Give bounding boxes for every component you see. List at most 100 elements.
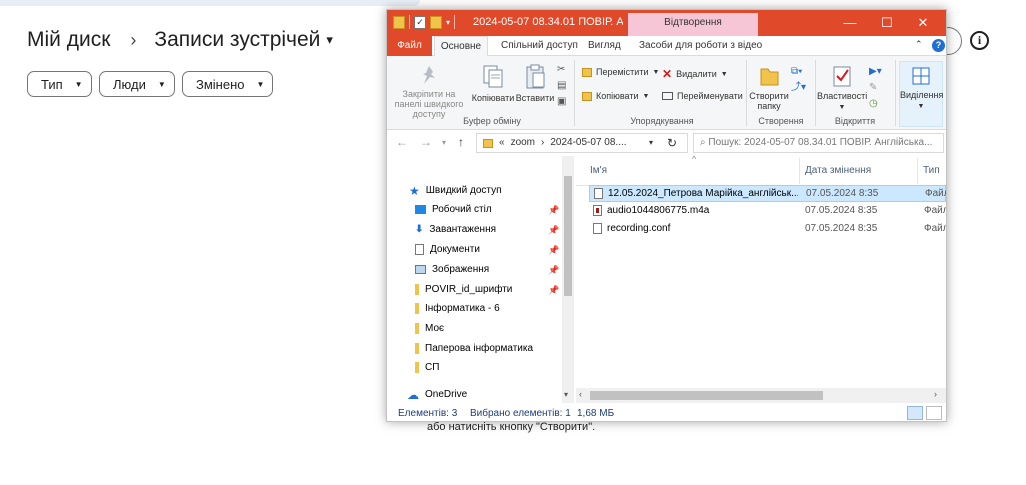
address-prefix[interactable]: «: [499, 134, 505, 152]
address-field[interactable]: « zoom › 2024-05-07 08.... ▾ ↻: [476, 133, 688, 153]
divider[interactable]: [917, 158, 918, 184]
nav-item-downloads[interactable]: ⬇ Завантаження: [415, 220, 496, 239]
column-type[interactable]: Тип: [923, 165, 940, 176]
delete-button[interactable]: ✕ Видалити ▼: [662, 67, 728, 81]
nav-item-documents[interactable]: Документи: [415, 240, 480, 259]
paste-shortcut-icon[interactable]: ▣: [557, 94, 566, 110]
documents-icon: [415, 244, 424, 255]
nav-item-folder[interactable]: Інформатика - 6: [415, 299, 500, 318]
properties-button[interactable]: Властивості ▼: [817, 64, 867, 113]
audio-file-icon: [593, 205, 602, 216]
desktop-icon: [415, 205, 426, 214]
address-segment-zoom[interactable]: zoom: [511, 134, 535, 152]
config-file-icon: [593, 223, 602, 234]
properties-qa-icon[interactable]: ✓: [414, 15, 426, 29]
copy-path-icon[interactable]: ▤: [557, 78, 566, 94]
scroll-down-icon[interactable]: ▾: [564, 390, 568, 399]
up-arrow-icon[interactable]: ↑: [458, 135, 464, 149]
cut-icon[interactable]: ✂: [557, 62, 566, 78]
title-bar[interactable]: ✓ ▾ 2024-05-07 08.34.01 ПОВІР. Англі... …: [387, 10, 946, 36]
breadcrumb-current[interactable]: Записи зустрічей: [154, 28, 320, 52]
nav-item-folder[interactable]: Паперова інформатика: [415, 339, 533, 358]
scroll-left-icon[interactable]: ‹: [579, 389, 582, 399]
collapse-ribbon-icon[interactable]: ⌃: [915, 39, 923, 50]
nav-item-desktop[interactable]: Робочий стіл: [415, 200, 492, 219]
nav-quick-access[interactable]: ★ Швидкий доступ: [409, 181, 502, 200]
pin-icon: 📌: [548, 245, 560, 255]
nav-item-label: Зображення: [432, 264, 490, 275]
filter-modified-button[interactable]: Змінено ▼: [182, 71, 273, 97]
paste-button[interactable]: Вставити: [515, 64, 555, 103]
minimize-button[interactable]: —: [832, 10, 868, 36]
pin-icon: [423, 66, 435, 84]
nav-item-label: POVIR_id_шрифти: [425, 284, 513, 295]
tab-file[interactable]: Файл: [387, 36, 432, 56]
filter-type-button[interactable]: Тип ▼: [27, 71, 92, 97]
file-row[interactable]: 12.05.2024_Петрова Марійка_англійськ... …: [589, 185, 946, 202]
folder-icon: [415, 323, 419, 334]
copy-button[interactable]: Копіювати: [471, 64, 515, 103]
address-separator-icon[interactable]: ›: [541, 134, 544, 152]
file-row[interactable]: recording.conf 07.05.2024 8:35 Файл: [589, 221, 946, 238]
clipboard-small-tools: ✂ ▤ ▣: [557, 62, 566, 110]
tab-video-tools[interactable]: Засоби для роботи з відео: [639, 36, 762, 56]
rename-button[interactable]: Перейменувати: [662, 91, 743, 101]
filter-people-button[interactable]: Люди ▼: [99, 71, 175, 97]
pin-quick-access-button[interactable]: Закріпити на панелі швидкого доступу: [391, 64, 467, 119]
history-icon[interactable]: ◷: [869, 96, 882, 112]
move-to-button[interactable]: Перемістити ▼: [582, 67, 659, 77]
file-list-scrollbar-thumb[interactable]: [590, 391, 823, 400]
qa-dropdown-icon[interactable]: ▾: [446, 18, 450, 27]
new-folder-button[interactable]: Створити папку: [748, 64, 790, 111]
forward-arrow-icon[interactable]: →: [420, 135, 432, 149]
pin-icon: 📌: [548, 205, 560, 215]
breadcrumb-root[interactable]: Мій диск: [27, 28, 110, 52]
filter-modified-label: Змінено: [196, 76, 245, 92]
address-segment-folder[interactable]: 2024-05-07 08....: [550, 134, 626, 152]
large-icons-view-icon[interactable]: [926, 406, 942, 420]
tab-share[interactable]: Спільний доступ: [501, 36, 578, 56]
file-row[interactable]: audio1044806775.m4a 07.05.2024 8:35 Файл: [589, 203, 946, 220]
new-folder-label: Створити папку: [749, 91, 789, 111]
tab-home[interactable]: Основне: [434, 36, 488, 57]
back-arrow-icon[interactable]: ←: [396, 135, 408, 149]
maximize-button[interactable]: ☐: [869, 10, 905, 36]
nav-item-folder[interactable]: POVIR_id_шрифти: [415, 280, 512, 299]
new-item-icon[interactable]: ⧉▾: [791, 64, 806, 80]
properties-label: Властивості: [817, 91, 868, 101]
properties-icon: [833, 66, 851, 87]
playback-context-tab[interactable]: Відтворення: [628, 13, 758, 36]
move-label: Перемістити: [596, 67, 649, 77]
edit-icon[interactable]: ✎: [869, 80, 882, 96]
quick-access-toolbar: ✓ ▾: [393, 15, 456, 29]
details-view-icon[interactable]: [907, 406, 923, 420]
recent-dropdown-icon[interactable]: ▾: [442, 138, 446, 147]
scroll-right-icon[interactable]: ›: [934, 389, 937, 399]
column-name[interactable]: Ім'я: [590, 165, 607, 176]
close-button[interactable]: ✕: [905, 10, 941, 36]
select-button[interactable]: Виділення ▼: [899, 61, 943, 127]
nav-scrollbar-thumb[interactable]: [564, 176, 572, 296]
search-input[interactable]: ⌕ Пошук: 2024-05-07 08.34.01 ПОВІР. Англ…: [693, 133, 944, 153]
easy-access-icon[interactable]: ⤴▾: [791, 80, 806, 96]
file-list-scrollbar[interactable]: ‹ ›: [576, 388, 946, 403]
new-folder-qa-icon[interactable]: [430, 15, 442, 29]
nav-onedrive[interactable]: ☁ OneDrive: [407, 385, 467, 404]
refresh-icon[interactable]: ↻: [667, 134, 677, 152]
file-type: Файл: [924, 223, 947, 234]
copy-to-button[interactable]: Копіювати ▼: [582, 91, 649, 101]
nav-onedrive-label: OneDrive: [425, 389, 468, 400]
nav-item-pictures[interactable]: Зображення: [415, 260, 489, 279]
nav-item-folder[interactable]: Моє: [415, 319, 444, 338]
nav-item-folder[interactable]: СП: [415, 358, 439, 377]
help-icon[interactable]: ?: [932, 39, 945, 52]
open-icon[interactable]: ▶▾: [869, 64, 882, 80]
info-icon[interactable]: i: [970, 31, 989, 50]
nav-scrollbar[interactable]: ▾: [562, 156, 574, 403]
chevron-down-icon: ▼: [74, 79, 83, 89]
caret-down-icon[interactable]: ▾: [326, 32, 333, 48]
address-dropdown-icon[interactable]: ▾: [649, 134, 653, 152]
tab-view[interactable]: Вигляд: [588, 36, 621, 56]
column-date[interactable]: Дата змінення: [805, 165, 871, 176]
divider[interactable]: [799, 158, 800, 184]
